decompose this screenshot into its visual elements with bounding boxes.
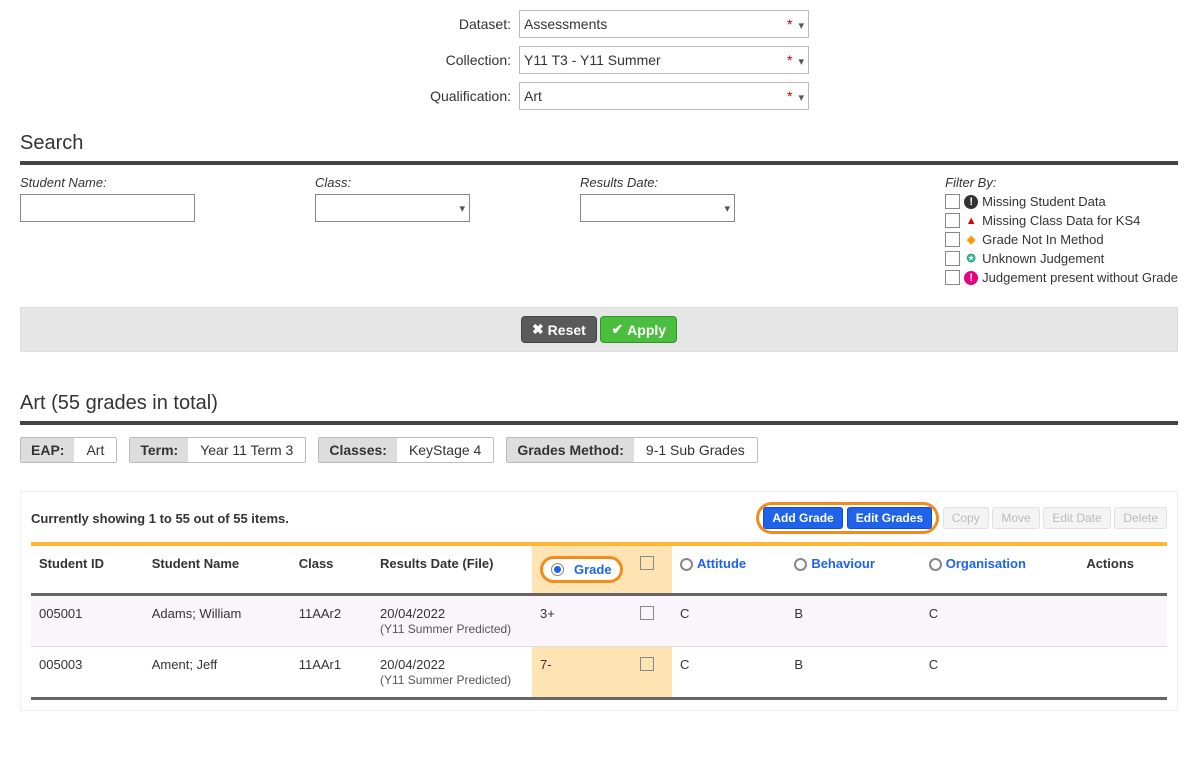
filter-missing-class-label: Missing Class Data for KS4 xyxy=(982,213,1140,228)
dataset-label: Dataset: xyxy=(389,16,519,32)
select-all-checkbox[interactable] xyxy=(640,556,654,570)
dataset-select[interactable]: Assessments * ▾ xyxy=(519,10,809,38)
required-mark: * xyxy=(787,88,792,104)
checkbox-missing-student[interactable] xyxy=(945,194,960,209)
col-student-name[interactable]: Student Name xyxy=(144,544,291,595)
class-label: Class: xyxy=(315,175,470,190)
cell-grade: 3+ xyxy=(532,595,632,647)
checkbox-judgement-no-grade[interactable] xyxy=(945,270,960,285)
reset-button[interactable]: ✖Reset xyxy=(521,316,597,343)
results-date-select[interactable]: ▾ xyxy=(580,194,735,222)
filter-by-label: Filter By: xyxy=(945,175,1178,190)
close-icon: ✖ xyxy=(532,321,544,338)
cell-grade: 7- xyxy=(532,647,632,699)
alert-icon: ! xyxy=(964,271,978,285)
qualification-select[interactable]: Art * ▾ xyxy=(519,82,809,110)
chevron-down-icon: ▾ xyxy=(798,92,804,104)
cell-actions xyxy=(1078,647,1167,699)
qualification-label: Qualification: xyxy=(389,88,519,104)
required-mark: * xyxy=(787,16,792,32)
cell-behaviour: B xyxy=(786,595,920,647)
col-organisation[interactable]: Organisation xyxy=(921,544,1079,595)
check-icon: ✔ xyxy=(611,321,623,338)
info-icon: ! xyxy=(964,195,978,209)
warning-icon: ▲ xyxy=(964,214,978,228)
class-select[interactable]: ▾ xyxy=(315,194,470,222)
col-behaviour[interactable]: Behaviour xyxy=(786,544,920,595)
chevron-down-icon: ▾ xyxy=(798,56,804,68)
table-row[interactable]: 005003 Ament; Jeff 11AAr1 20/04/2022(Y11… xyxy=(31,647,1167,699)
apply-button[interactable]: ✔Apply xyxy=(600,316,677,343)
cell-class: 11AAr1 xyxy=(291,647,372,699)
summary-title: Art (55 grades in total) xyxy=(20,392,1178,425)
cell-student-id: 005001 xyxy=(31,595,144,647)
collection-label: Collection: xyxy=(389,52,519,68)
collection-select[interactable]: Y11 T3 - Y11 Summer * ▾ xyxy=(519,46,809,74)
search-heading: Search xyxy=(20,132,1178,165)
cell-organisation: C xyxy=(921,595,1079,647)
cell-student-name: Ament; Jeff xyxy=(144,647,291,699)
radio-attitude[interactable] xyxy=(680,558,693,571)
chevron-down-icon: ▾ xyxy=(798,20,804,32)
cell-attitude: C xyxy=(672,595,786,647)
cell-student-name: Adams; William xyxy=(144,595,291,647)
col-grade[interactable]: Grade xyxy=(532,544,632,595)
cell-grade-checkbox[interactable] xyxy=(632,647,672,699)
student-name-input[interactable] xyxy=(20,194,195,222)
checkbox-unknown-judgement[interactable] xyxy=(945,251,960,266)
collection-value: Y11 T3 - Y11 Summer xyxy=(524,52,661,68)
row-checkbox[interactable] xyxy=(640,657,654,671)
row-checkbox[interactable] xyxy=(640,606,654,620)
cell-class: 11AAr2 xyxy=(291,595,372,647)
col-class[interactable]: Class xyxy=(291,544,372,595)
diamond-icon: ◆ xyxy=(964,233,978,247)
filter-missing-student-label: Missing Student Data xyxy=(982,194,1106,209)
cell-results-date: 20/04/2022(Y11 Summer Predicted) xyxy=(372,595,532,647)
filter-judgement-no-grade-label: Judgement present without Grade xyxy=(982,270,1178,285)
checkbox-grade-not-in-method[interactable] xyxy=(945,232,960,247)
delete-button[interactable]: Delete xyxy=(1114,507,1167,529)
count-text: Currently showing 1 to 55 out of 55 item… xyxy=(31,511,289,526)
cell-grade-checkbox[interactable] xyxy=(632,595,672,647)
cell-student-id: 005003 xyxy=(31,647,144,699)
tag-classes: Classes:KeyStage 4 xyxy=(318,437,494,463)
required-mark: * xyxy=(787,52,792,68)
table-row[interactable]: 005001 Adams; William 11AAr2 20/04/2022(… xyxy=(31,595,1167,647)
cell-actions xyxy=(1078,595,1167,647)
col-grade-checkbox[interactable] xyxy=(632,544,672,595)
student-name-label: Student Name: xyxy=(20,175,195,190)
radio-organisation[interactable] xyxy=(929,558,942,571)
qualification-value: Art xyxy=(524,88,542,104)
cell-organisation: C xyxy=(921,647,1079,699)
filter-unknown-judgement-label: Unknown Judgement xyxy=(982,251,1104,266)
results-date-label: Results Date: xyxy=(580,175,735,190)
radio-behaviour[interactable] xyxy=(794,558,807,571)
grades-table: Student ID Student Name Class Results Da… xyxy=(31,542,1167,700)
cell-attitude: C xyxy=(672,647,786,699)
tag-grades-method: Grades Method:9-1 Sub Grades xyxy=(506,437,757,463)
col-results-date[interactable]: Results Date (File) xyxy=(372,544,532,595)
radio-grade[interactable] xyxy=(551,563,564,576)
copy-button[interactable]: Copy xyxy=(943,507,989,529)
filter-grade-not-in-method-label: Grade Not In Method xyxy=(982,232,1103,247)
highlight-grade-buttons: Add Grade Edit Grades xyxy=(756,502,939,534)
col-student-id[interactable]: Student ID xyxy=(31,544,144,595)
chevron-down-icon: ▾ xyxy=(724,202,730,215)
shield-icon: ✪ xyxy=(964,252,978,266)
edit-grades-button[interactable]: Edit Grades xyxy=(847,507,932,529)
checkbox-missing-class[interactable] xyxy=(945,213,960,228)
cell-behaviour: B xyxy=(786,647,920,699)
cell-results-date: 20/04/2022(Y11 Summer Predicted) xyxy=(372,647,532,699)
edit-date-button[interactable]: Edit Date xyxy=(1043,507,1110,529)
tag-eap: EAP:Art xyxy=(20,437,117,463)
chevron-down-icon: ▾ xyxy=(459,202,465,215)
col-attitude[interactable]: Attitude xyxy=(672,544,786,595)
col-actions: Actions xyxy=(1078,544,1167,595)
dataset-value: Assessments xyxy=(524,16,607,32)
move-button[interactable]: Move xyxy=(992,507,1039,529)
add-grade-button[interactable]: Add Grade xyxy=(763,507,842,529)
tag-term: Term:Year 11 Term 3 xyxy=(129,437,306,463)
